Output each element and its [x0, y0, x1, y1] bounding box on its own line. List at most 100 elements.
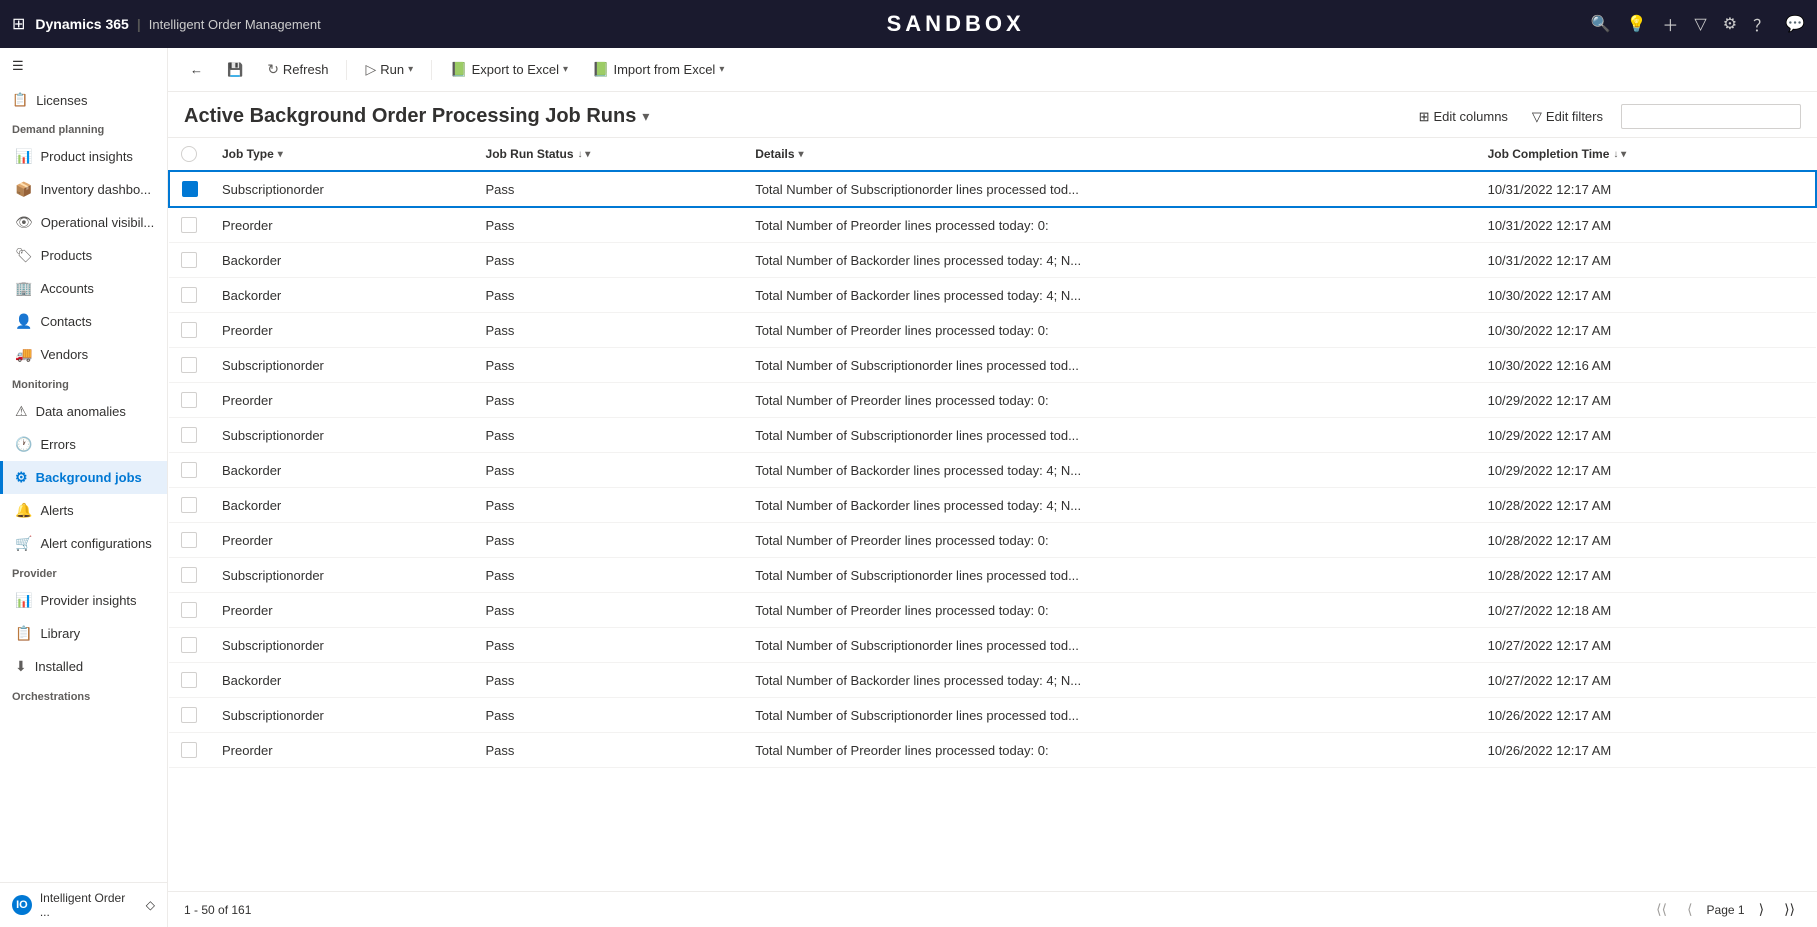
sidebar-item-data-anomalies[interactable]: ⚠ Data anomalies [0, 395, 167, 428]
cell-details: Total Number of Preorder lines processed… [743, 207, 1475, 243]
table-row[interactable]: Backorder Pass Total Number of Backorder… [169, 663, 1816, 698]
header-checkbox-cell [169, 138, 210, 171]
table-row[interactable]: Preorder Pass Total Number of Preorder l… [169, 383, 1816, 418]
row-checkbox-cell [169, 313, 210, 348]
import-button[interactable]: 📗 Import from Excel ▾ [582, 55, 734, 84]
sidebar-item-library[interactable]: 📋 Library [0, 617, 167, 650]
row-checkbox[interactable] [182, 181, 198, 197]
sidebar-item-licenses[interactable]: 📋 Licenses [0, 84, 167, 116]
sidebar-item-operational-visibility[interactable]: 👁 Operational visibil... [0, 206, 167, 239]
table-row[interactable]: Subscriptionorder Pass Total Number of S… [169, 171, 1816, 207]
table-row[interactable]: Backorder Pass Total Number of Backorder… [169, 453, 1816, 488]
pagination-bar: 1 - 50 of 161 ⟨⟨ ⟨ Page 1 ⟩ ⟩⟩ [168, 891, 1817, 927]
table-row[interactable]: Preorder Pass Total Number of Preorder l… [169, 313, 1816, 348]
row-checkbox[interactable] [181, 322, 197, 338]
cell-details: Total Number of Preorder lines processed… [743, 383, 1475, 418]
search-input[interactable] [1621, 104, 1801, 129]
sidebar-item-background-jobs[interactable]: ⚙ Background jobs [0, 461, 167, 494]
pagination-last-button[interactable]: ⟩⟩ [1778, 899, 1801, 920]
row-checkbox[interactable] [181, 707, 197, 723]
lightbulb-icon[interactable]: 💡 [1626, 14, 1646, 34]
chat-icon[interactable]: 💬 [1785, 14, 1805, 34]
plus-icon[interactable]: ＋ [1662, 12, 1678, 36]
help-icon[interactable]: ？ [1753, 12, 1769, 36]
cell-job-type: Backorder [210, 278, 474, 313]
sidebar-item-alerts[interactable]: 🔔 Alerts [0, 494, 167, 527]
sidebar-item-installed[interactable]: ⬇ Installed [0, 650, 167, 683]
header-checkbox[interactable] [181, 146, 197, 162]
sidebar-item-errors[interactable]: 🕐 Errors [0, 428, 167, 461]
pagination-prev-button[interactable]: ⟨ [1681, 899, 1698, 920]
table-row[interactable]: Preorder Pass Total Number of Preorder l… [169, 593, 1816, 628]
cell-job-type: Preorder [210, 383, 474, 418]
back-button[interactable]: ← [180, 56, 213, 83]
row-checkbox[interactable] [181, 742, 197, 758]
table-row[interactable]: Preorder Pass Total Number of Preorder l… [169, 207, 1816, 243]
pagination-page-label: Page 1 [1707, 903, 1745, 917]
table-row[interactable]: Preorder Pass Total Number of Preorder l… [169, 523, 1816, 558]
row-checkbox[interactable] [181, 602, 197, 618]
sidebar-item-label: Contacts [40, 314, 91, 329]
table-row[interactable]: Subscriptionorder Pass Total Number of S… [169, 348, 1816, 383]
table-row[interactable]: Subscriptionorder Pass Total Number of S… [169, 418, 1816, 453]
col-job-type-label: Job Type [222, 147, 274, 161]
grid-icon[interactable]: ⊞ [12, 14, 25, 34]
header-details[interactable]: Details ▾ [743, 138, 1475, 171]
row-checkbox[interactable] [181, 462, 197, 478]
sidebar-item-accounts[interactable]: 🏢 Accounts [0, 272, 167, 305]
sidebar-item-alert-configurations[interactable]: 🛒 Alert configurations [0, 527, 167, 560]
products-icon: 🏷 [15, 247, 33, 264]
sidebar-item-contacts[interactable]: 👤 Contacts [0, 305, 167, 338]
page-title-chevron[interactable]: ▾ [642, 108, 649, 125]
sidebar-item-vendors[interactable]: 🚚 Vendors [0, 338, 167, 371]
sidebar-item-product-insights[interactable]: 📊 Product insights [0, 140, 167, 173]
filter-icon[interactable]: ▽ [1694, 14, 1706, 34]
row-checkbox[interactable] [181, 637, 197, 653]
table-row[interactable]: Subscriptionorder Pass Total Number of S… [169, 628, 1816, 663]
header-job-type[interactable]: Job Type ▾ [210, 138, 474, 171]
settings-icon[interactable]: ⚙ [1723, 14, 1737, 34]
row-checkbox[interactable] [181, 252, 197, 268]
table-row[interactable]: Preorder Pass Total Number of Preorder l… [169, 733, 1816, 768]
table-row[interactable]: Subscriptionorder Pass Total Number of S… [169, 698, 1816, 733]
sidebar-item-provider-insights[interactable]: 📊 Provider insights [0, 584, 167, 617]
row-checkbox-cell [169, 418, 210, 453]
row-checkbox[interactable] [181, 672, 197, 688]
row-checkbox[interactable] [181, 357, 197, 373]
edit-columns-button[interactable]: ⊞ Edit columns [1413, 105, 1514, 129]
row-checkbox[interactable] [181, 497, 197, 513]
edit-columns-label: Edit columns [1434, 109, 1508, 124]
sidebar-bottom[interactable]: IO Intelligent Order ... ◇ [0, 882, 167, 927]
table-row[interactable]: Backorder Pass Total Number of Backorder… [169, 488, 1816, 523]
sidebar-item-products[interactable]: 🏷 Products [0, 239, 167, 272]
row-checkbox[interactable] [181, 287, 197, 303]
save-button[interactable]: 💾 [217, 56, 253, 84]
export-button[interactable]: 📗 Export to Excel ▾ [440, 55, 578, 84]
cell-completion-time: 10/27/2022 12:17 AM [1476, 663, 1816, 698]
sidebar-item-inventory-dashboard[interactable]: 📦 Inventory dashbo... [0, 173, 167, 206]
cell-completion-time: 10/28/2022 12:17 AM [1476, 558, 1816, 593]
search-icon[interactable]: 🔍 [1591, 14, 1611, 34]
sidebar-item-label: Product insights [40, 149, 133, 164]
run-button[interactable]: ▷ Run ▾ [355, 55, 423, 84]
sidebar-bottom-diamond: ◇ [146, 898, 155, 912]
section-demand-planning: Demand planning [0, 116, 167, 140]
brand-separator: | [137, 16, 141, 32]
header-completion-time[interactable]: Job Completion Time ↓ ▾ [1476, 138, 1816, 171]
table-row[interactable]: Backorder Pass Total Number of Backorder… [169, 278, 1816, 313]
pagination-next-button[interactable]: ⟩ [1753, 899, 1770, 920]
row-checkbox[interactable] [181, 567, 197, 583]
table-row[interactable]: Subscriptionorder Pass Total Number of S… [169, 558, 1816, 593]
refresh-button[interactable]: ↻ Refresh [257, 55, 338, 84]
row-checkbox[interactable] [181, 427, 197, 443]
table-row[interactable]: Backorder Pass Total Number of Backorder… [169, 243, 1816, 278]
refresh-label: Refresh [283, 62, 329, 77]
cell-completion-time: 10/28/2022 12:17 AM [1476, 523, 1816, 558]
pagination-first-button[interactable]: ⟨⟨ [1650, 899, 1673, 920]
edit-filters-button[interactable]: ▽ Edit filters [1526, 105, 1609, 129]
sidebar-menu-toggle[interactable]: ☰ [0, 48, 167, 84]
header-job-run-status[interactable]: Job Run Status ↓ ▾ [474, 138, 744, 171]
row-checkbox[interactable] [181, 217, 197, 233]
row-checkbox[interactable] [181, 392, 197, 408]
row-checkbox[interactable] [181, 532, 197, 548]
